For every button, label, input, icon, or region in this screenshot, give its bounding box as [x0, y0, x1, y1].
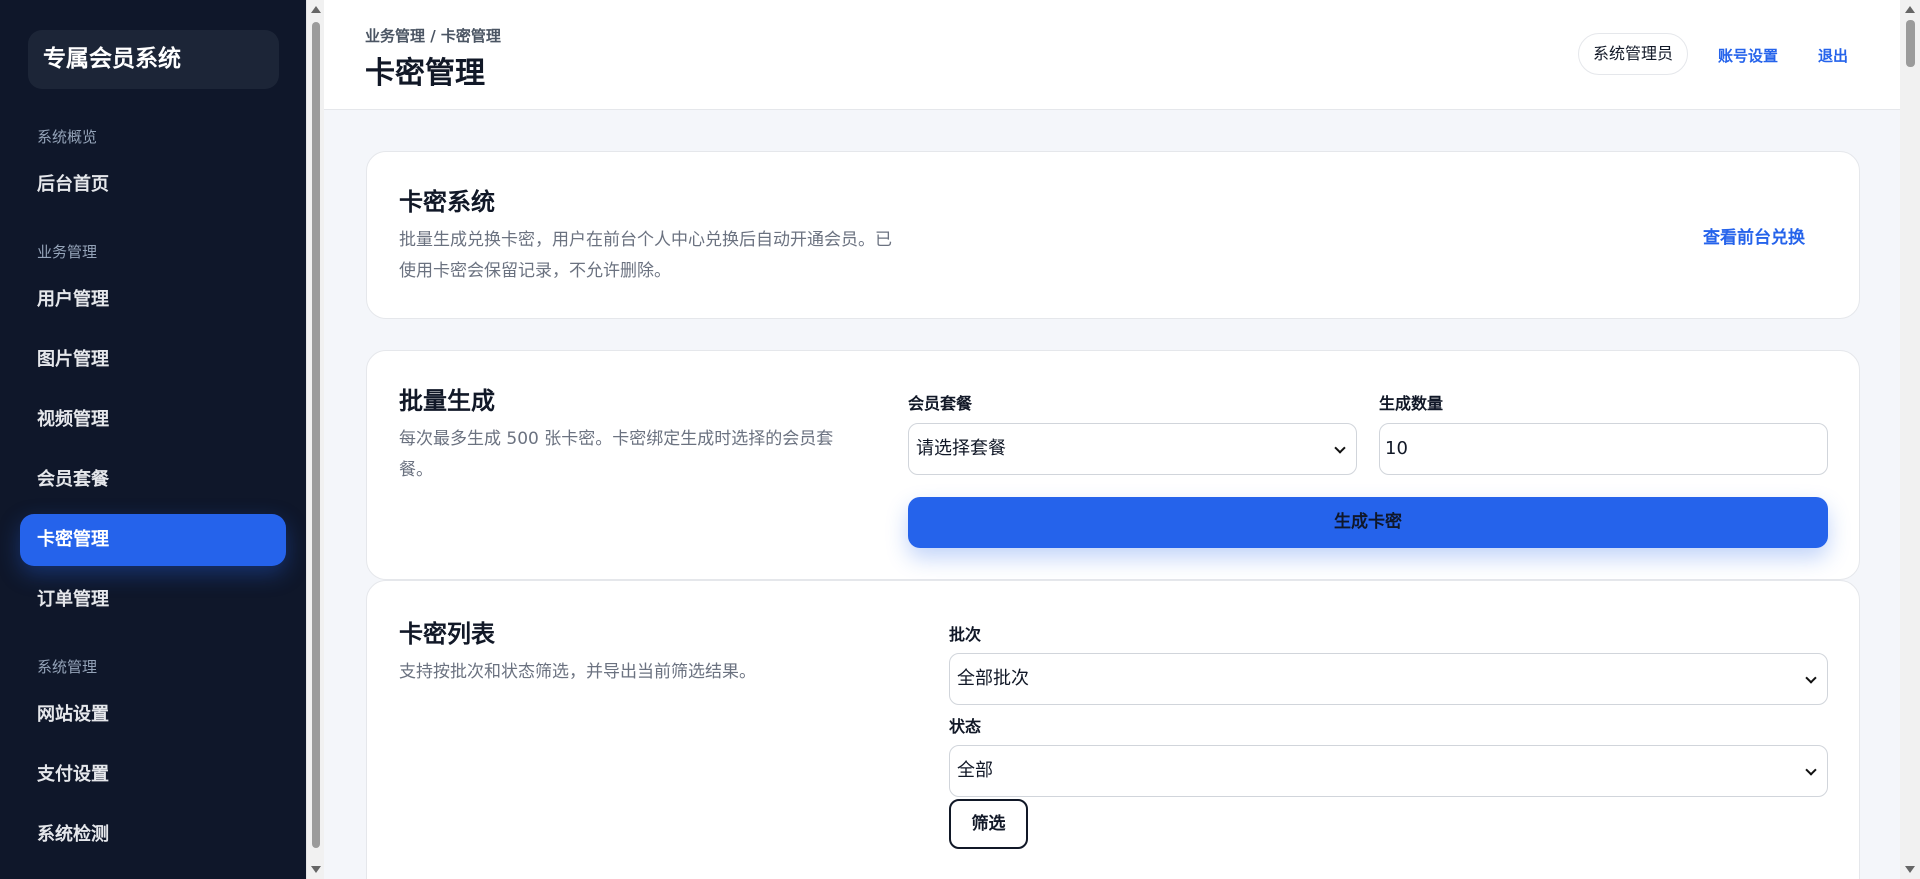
- sidebar-item-orders[interactable]: 订单管理: [20, 574, 286, 626]
- generate-desc-line2: 餐。: [399, 460, 433, 480]
- sidebar-item-dashboard[interactable]: 后台首页: [20, 159, 286, 211]
- view-frontend-redeem-link[interactable]: 查看前台兑换: [1703, 223, 1805, 248]
- count-label: 生成数量: [1379, 394, 1444, 413]
- sidebar-group-overview: 系统概览: [37, 128, 98, 146]
- sidebar-item-videos[interactable]: 视频管理: [20, 394, 286, 446]
- batch-select-value: 全部批次: [957, 668, 1029, 689]
- sidebar-item-site-settings[interactable]: 网站设置: [20, 689, 286, 741]
- status-select-value: 全部: [957, 760, 993, 781]
- generate-title: 批量生成: [399, 387, 495, 415]
- chevron-down-icon: [1805, 672, 1817, 684]
- sidebar-scrollbar[interactable]: [306, 0, 324, 879]
- scroll-up-arrow-icon[interactable]: [311, 6, 321, 13]
- page-scrollbar[interactable]: [1900, 0, 1920, 879]
- page-scroll-thumb[interactable]: [1906, 20, 1915, 67]
- scroll-up-arrow-icon[interactable]: [1905, 6, 1915, 13]
- page-header: 业务管理 / 卡密管理 卡密管理 系统管理员 账号设置 退出: [324, 0, 1900, 110]
- generate-desc-line1: 每次最多生成 500 张卡密。卡密绑定生成时选择的会员套: [399, 429, 834, 449]
- plan-select[interactable]: 请选择套餐: [908, 423, 1357, 475]
- sidebar-item-images[interactable]: 图片管理: [20, 334, 286, 386]
- sidebar-item-users[interactable]: 用户管理: [20, 274, 286, 326]
- breadcrumb: 业务管理 / 卡密管理: [365, 27, 501, 45]
- intro-title: 卡密系统: [399, 188, 495, 216]
- count-input-value: 10: [1385, 438, 1408, 459]
- plan-select-value: 请选择套餐: [916, 438, 1006, 459]
- sidebar-item-system-check[interactable]: 系统检测: [20, 809, 286, 861]
- sidebar-group-business: 业务管理: [37, 243, 98, 261]
- logout-link[interactable]: 退出: [1818, 45, 1848, 66]
- sidebar-group-system: 系统管理: [37, 658, 98, 676]
- filter-button[interactable]: 筛选: [949, 799, 1028, 849]
- status-label: 状态: [949, 717, 982, 736]
- status-select[interactable]: 全部: [949, 745, 1828, 797]
- brand-logo[interactable]: 专属会员系统: [28, 30, 279, 89]
- sidebar: 专属会员系统 系统概览 后台首页 业务管理 用户管理 图片管理 视频管理 会员套…: [0, 0, 306, 879]
- generate-card: 批量生成 每次最多生成 500 张卡密。卡密绑定生成时选择的会员套 餐。 会员套…: [366, 350, 1860, 580]
- count-input[interactable]: 10: [1379, 423, 1828, 475]
- sidebar-scroll-thumb[interactable]: [312, 22, 320, 848]
- intro-card: 卡密系统 批量生成兑换卡密，用户在前台个人中心兑换后自动开通会员。已 使用卡密会…: [366, 151, 1860, 319]
- scroll-down-arrow-icon[interactable]: [311, 866, 321, 873]
- list-desc: 支持按批次和状态筛选，并导出当前筛选结果。: [399, 662, 756, 682]
- card-list-card: 卡密列表 支持按批次和状态筛选，并导出当前筛选结果。 批次 全部批次 状态 全部…: [366, 580, 1860, 879]
- intro-desc-line2: 使用卡密会保留记录，不允许删除。: [399, 261, 671, 281]
- intro-desc-line1: 批量生成兑换卡密，用户在前台个人中心兑换后自动开通会员。已: [399, 230, 892, 250]
- sidebar-item-cards[interactable]: 卡密管理: [20, 514, 286, 566]
- chevron-down-icon: [1334, 442, 1346, 454]
- generate-cards-button[interactable]: 生成卡密: [908, 497, 1828, 548]
- list-title: 卡密列表: [399, 620, 495, 648]
- plan-label: 会员套餐: [908, 394, 973, 413]
- scroll-down-arrow-icon[interactable]: [1905, 866, 1915, 873]
- account-settings-link[interactable]: 账号设置: [1718, 45, 1778, 66]
- chevron-down-icon: [1805, 764, 1817, 776]
- page-title: 卡密管理: [365, 56, 485, 91]
- batch-select[interactable]: 全部批次: [949, 653, 1828, 705]
- batch-label: 批次: [949, 625, 982, 644]
- sidebar-item-payment-settings[interactable]: 支付设置: [20, 749, 286, 801]
- user-badge[interactable]: 系统管理员: [1578, 33, 1689, 75]
- sidebar-item-plans[interactable]: 会员套餐: [20, 454, 286, 506]
